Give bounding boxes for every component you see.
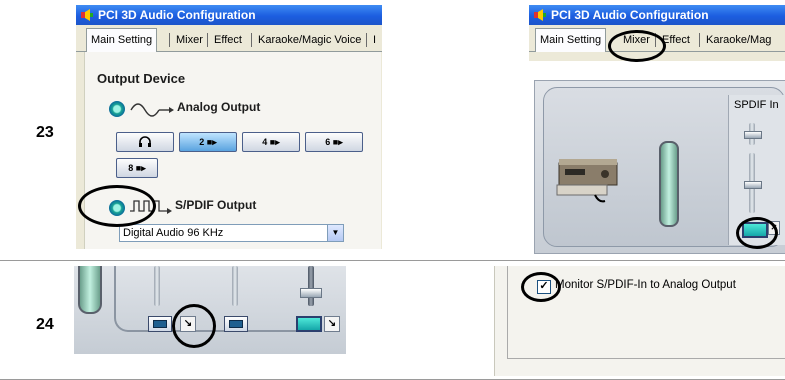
receiver-device-icon	[556, 159, 618, 203]
window-title: PCI 3D Audio Configuration	[98, 8, 256, 22]
slider-track[interactable]	[232, 266, 238, 306]
tab-strip: Main Setting Mixer Effect Karaoke/Magic …	[76, 25, 382, 52]
tab-separator	[366, 33, 367, 47]
tab-separator	[251, 33, 252, 47]
6-speaker-label: 6	[325, 137, 331, 147]
analog-output-radio[interactable]	[109, 101, 125, 117]
section-divider	[0, 260, 785, 261]
step-number-23: 23	[36, 124, 54, 141]
output-device-heading: Output Device	[97, 71, 186, 86]
speaker-icon: ■▸	[269, 137, 280, 147]
highlight-circle-mixer-tab	[608, 30, 666, 62]
tab-main-setting[interactable]: Main Setting	[535, 28, 607, 52]
tab-more[interactable]: I	[369, 30, 380, 50]
sample-rate-select[interactable]: Digital Audio 96 KHz ▼	[119, 224, 344, 242]
speaker-app-icon	[81, 9, 93, 21]
slider-track[interactable]	[308, 266, 314, 306]
tab-main-setting[interactable]: Main Setting	[86, 28, 158, 52]
spdif-output-label: S/PDIF Output	[175, 198, 257, 212]
wrench-icon[interactable]: ↘	[324, 316, 340, 332]
analog-output-label: Analog Output	[177, 100, 261, 114]
tab-karaoke[interactable]: Karaoke/Magic Voice	[254, 30, 365, 50]
button-face	[153, 320, 167, 328]
window-title: PCI 3D Audio Configuration	[551, 8, 709, 22]
2-speaker-button[interactable]: 2 ■▸	[179, 132, 237, 152]
highlight-circle-spdif-in-button	[736, 217, 778, 249]
chevron-down-icon: ▼	[327, 225, 343, 241]
headphone-icon	[139, 136, 151, 147]
balance-slider-thumb[interactable]	[744, 131, 762, 139]
tab-karaoke[interactable]: Karaoke/Mag	[702, 30, 775, 50]
6-speaker-button[interactable]: 6 ■▸	[305, 132, 363, 152]
4-speaker-button[interactable]: 4 ■▸	[242, 132, 300, 152]
highlight-circle-checkbox	[521, 272, 561, 302]
tab-separator	[169, 33, 170, 47]
2-speaker-label: 2	[199, 137, 205, 147]
tab-separator	[699, 33, 700, 47]
step-number-24: 24	[36, 316, 54, 333]
slider-track[interactable]	[154, 266, 160, 306]
sample-rate-value: Digital Audio 96 KHz	[123, 227, 224, 239]
active-channel-button[interactable]	[296, 316, 322, 332]
speaker-icon: ■▸	[332, 137, 343, 147]
speaker-icon: ■▸	[206, 137, 217, 147]
4-speaker-label: 4	[262, 137, 268, 147]
level-meter	[78, 266, 102, 314]
monitor-spdif-label: Monitor S/PDIF-In to Analog Output	[555, 279, 736, 291]
window-titlebar[interactable]: PCI 3D Audio Configuration	[76, 5, 382, 25]
slider-thumb[interactable]	[300, 288, 322, 298]
speaker-icon: ■▸	[135, 163, 146, 173]
highlight-circle-wrench	[172, 304, 216, 348]
tab-effect[interactable]: Effect	[210, 30, 246, 50]
highlight-circle-spdif	[78, 185, 156, 227]
channel-button[interactable]	[148, 316, 172, 332]
speaker-app-icon	[534, 9, 546, 21]
tab-mixer[interactable]: Mixer	[172, 30, 207, 50]
8-speaker-label: 8	[128, 163, 134, 173]
button-face	[229, 320, 243, 328]
window-titlebar[interactable]: PCI 3D Audio Configuration	[529, 5, 785, 25]
spdif-in-label: SPDIF In	[734, 99, 779, 111]
channel-button[interactable]	[224, 316, 248, 332]
8-speaker-button[interactable]: 8 ■▸	[116, 158, 158, 178]
analog-wave-icon	[130, 103, 174, 117]
tab-separator	[207, 33, 208, 47]
level-meter	[659, 141, 679, 227]
headphone-button[interactable]	[116, 132, 174, 152]
volume-slider-thumb[interactable]	[744, 181, 762, 189]
